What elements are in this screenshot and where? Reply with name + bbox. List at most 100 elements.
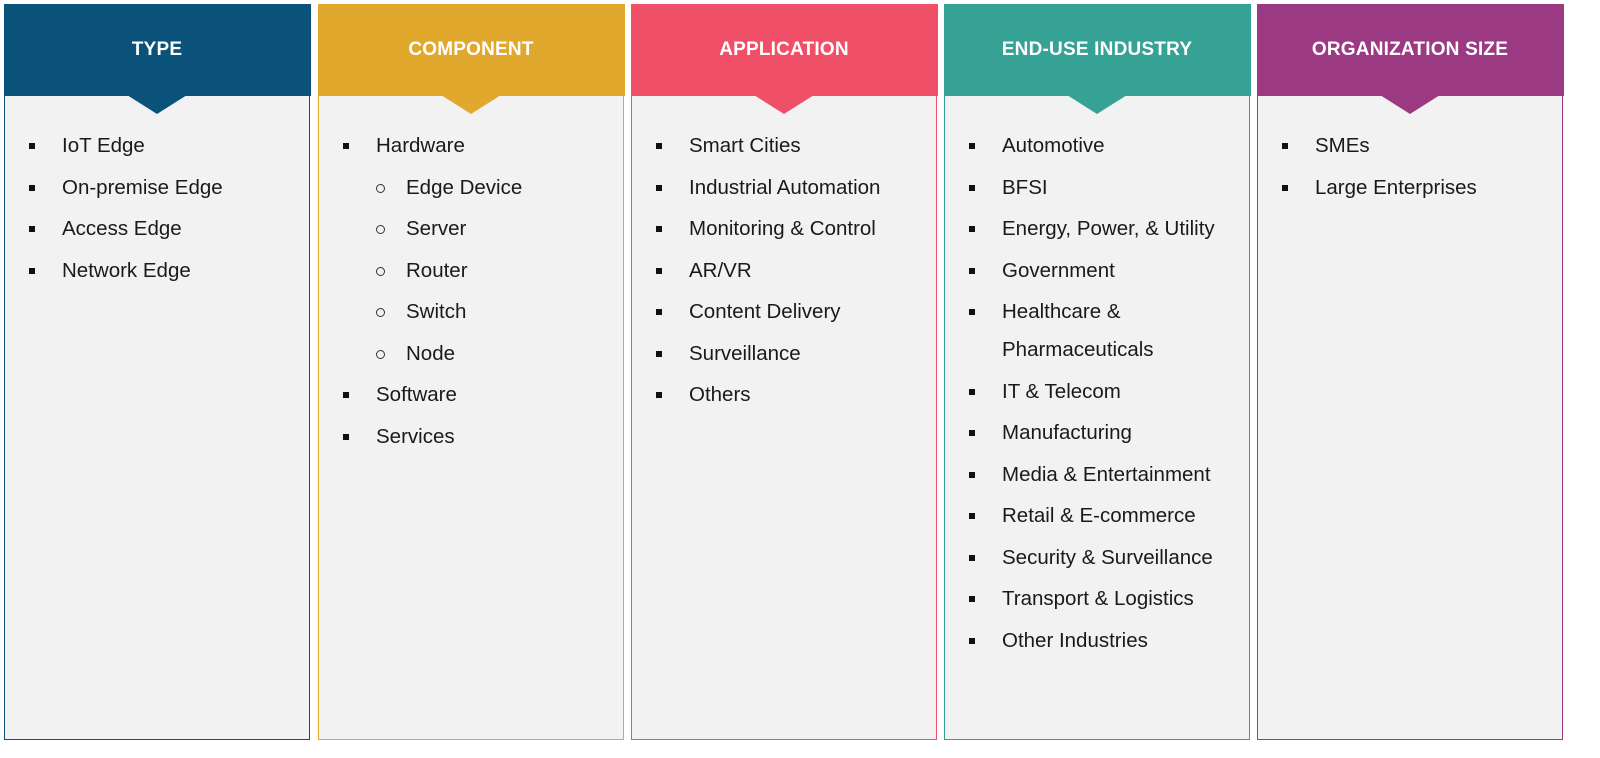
sub-list-item: Server <box>319 210 623 248</box>
list-item: Security & Surveillance <box>945 539 1249 577</box>
item-label: Healthcare & Pharmaceuticals <box>1002 300 1154 361</box>
list-item: Smart Cities <box>632 127 936 165</box>
item-label: Content Delivery <box>689 300 841 323</box>
square-bullet-icon <box>29 143 35 149</box>
list-item: IT & Telecom <box>945 373 1249 411</box>
square-bullet-icon <box>969 554 975 561</box>
square-bullet-icon <box>656 143 662 149</box>
column-end-use-industry: END-USE INDUSTRY Automotive BFSI Energy, P… <box>943 3 1251 740</box>
square-bullet-icon <box>656 392 662 398</box>
circle-bullet-icon <box>376 349 385 359</box>
square-bullet-icon <box>656 267 662 274</box>
header-pointer <box>441 95 501 114</box>
item-label: Monitoring & Control <box>689 217 876 240</box>
square-bullet-icon <box>343 392 349 398</box>
square-bullet-icon <box>1282 184 1288 191</box>
item-label: On-premise Edge <box>62 175 223 199</box>
square-bullet-icon <box>29 184 35 191</box>
list-item: Software <box>319 376 623 414</box>
list-item: Access Edge <box>5 210 309 248</box>
list-item: Surveillance <box>632 335 936 373</box>
item-label: Industrial Automation <box>689 175 881 199</box>
item-label: Edge Device <box>406 175 523 199</box>
list-item: Energy, Power, & Utility <box>945 210 1249 248</box>
item-label: AR/VR <box>689 258 752 282</box>
list-item: Monitoring & Control <box>632 210 936 248</box>
item-label: Smart Cities <box>689 134 801 157</box>
item-label: Node <box>406 341 456 365</box>
column-title: APPLICATION <box>719 38 849 60</box>
list-item: SMEs <box>1258 127 1562 165</box>
sub-list-item: Edge Device <box>319 169 623 207</box>
column-header: END-USE INDUSTRY <box>943 3 1251 96</box>
circle-bullet-icon <box>376 183 385 193</box>
square-bullet-icon <box>656 226 662 232</box>
list-item: Industrial Automation <box>632 169 936 207</box>
column-organization-size: ORGANIZATION SIZE SMEs Large Enterprises <box>1256 3 1564 740</box>
square-bullet-icon <box>969 388 975 395</box>
column-title: END-USE INDUSTRY <box>1001 38 1193 60</box>
square-bullet-icon <box>969 226 975 232</box>
item-label: Media & Entertainment <box>1002 462 1211 486</box>
header-pointer <box>127 95 187 114</box>
item-label: Access Edge <box>62 217 182 240</box>
circle-bullet-icon <box>376 266 385 276</box>
item-label: Manufacturing <box>1002 421 1132 444</box>
column-header: ORGANIZATION SIZE <box>1256 3 1564 96</box>
square-bullet-icon <box>969 184 975 191</box>
column-application: APPLICATION Smart Cities Industrial Autom… <box>630 3 938 740</box>
list-item: BFSI <box>945 169 1249 207</box>
item-label: Retail & E-commerce <box>1002 504 1196 527</box>
item-label: Security & Surveillance <box>1002 545 1213 569</box>
sub-list-item: Router <box>319 252 623 290</box>
square-bullet-icon <box>29 226 35 232</box>
list-item: Retail & E-commerce <box>945 497 1249 535</box>
item-label: Automotive <box>1002 134 1105 157</box>
square-bullet-icon <box>1282 143 1288 149</box>
list-item: Hardware <box>319 127 623 165</box>
list-item: Network Edge <box>5 252 309 290</box>
square-bullet-icon <box>969 309 975 315</box>
list-item: Others <box>632 376 936 414</box>
list-item: Media & Entertainment <box>945 456 1249 494</box>
square-bullet-icon <box>969 596 975 602</box>
list-item: AR/VR <box>632 252 936 290</box>
header-pointer <box>754 95 814 114</box>
sub-list-item: Switch <box>319 293 623 331</box>
item-list: Automotive BFSI Energy, Power, & Utility Go… <box>945 127 1249 663</box>
list-item: Other Industries <box>945 622 1249 660</box>
square-bullet-icon <box>969 143 975 149</box>
list-item: IoT Edge <box>5 127 309 165</box>
column-title: TYPE <box>131 38 183 60</box>
item-label: Server <box>406 217 467 240</box>
list-item: Transport & Logistics <box>945 580 1249 618</box>
square-bullet-icon <box>656 350 662 357</box>
column-title: ORGANIZATION SIZE <box>1311 38 1509 60</box>
sub-list-item: Node <box>319 335 623 373</box>
column-component: COMPONENT Hardware Edge Device Server Route… <box>317 3 625 740</box>
item-label: IT & Telecom <box>1002 379 1121 403</box>
item-label: Router <box>406 258 468 282</box>
item-label: Transport & Logistics <box>1002 587 1194 610</box>
circle-bullet-icon <box>376 225 385 234</box>
item-label: Large Enterprises <box>1315 175 1477 199</box>
column-title: COMPONENT <box>408 38 534 60</box>
list-item: On-premise Edge <box>5 169 309 207</box>
list-item: Healthcare & Pharmaceuticals <box>945 293 1249 369</box>
list-item: Services <box>319 418 623 456</box>
item-label: Switch <box>406 300 467 323</box>
item-label: Surveillance <box>689 341 801 365</box>
column-type: TYPE IoT Edge On-premise Edge Access Edge N… <box>3 3 311 740</box>
item-label: Energy, Power, & Utility <box>1002 217 1215 240</box>
item-label: Hardware <box>376 134 465 157</box>
square-bullet-icon <box>343 143 349 149</box>
item-label: IoT Edge <box>62 134 145 157</box>
header-pointer <box>1380 95 1440 114</box>
column-header: COMPONENT <box>317 3 625 96</box>
square-bullet-icon <box>656 309 662 315</box>
list-item: Content Delivery <box>632 293 936 331</box>
list-item: Automotive <box>945 127 1249 165</box>
header-pointer <box>1067 95 1127 114</box>
item-label: Others <box>689 383 751 406</box>
square-bullet-icon <box>969 471 975 478</box>
